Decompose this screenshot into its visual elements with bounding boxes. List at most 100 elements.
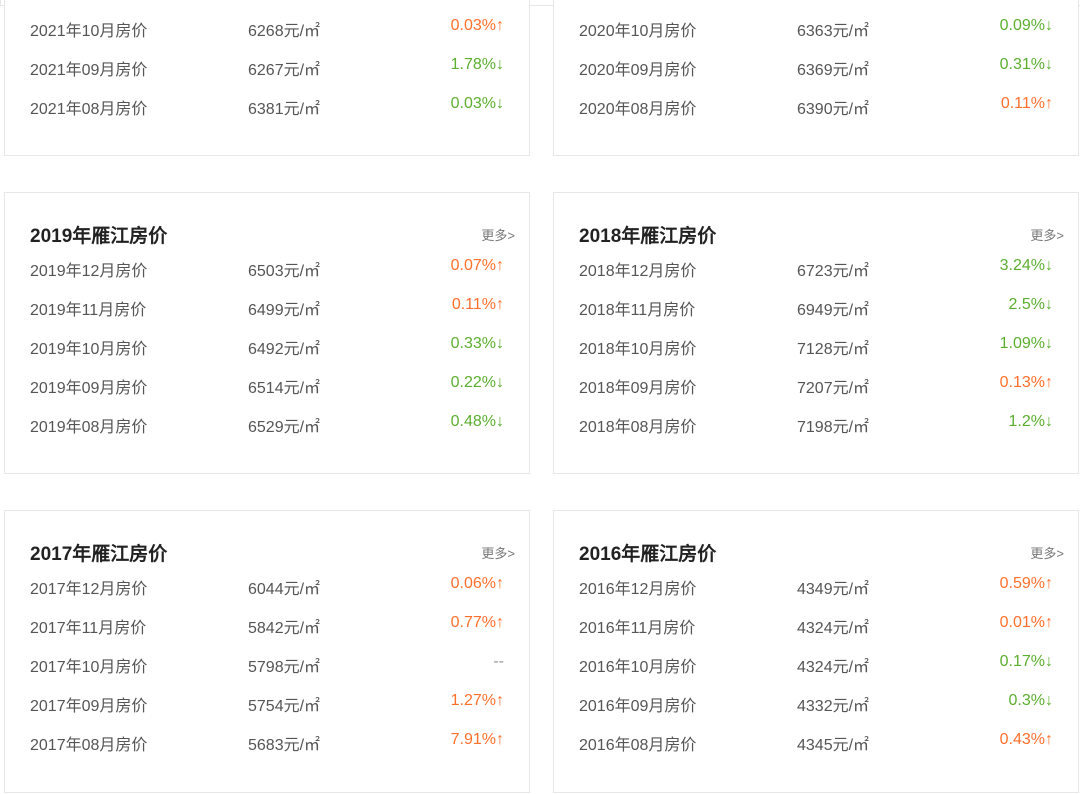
price-row[interactable]: 2020年08月房价 6390元/㎡ 0.11%↑ — [579, 85, 1053, 124]
row-month: 2021年08月房价 — [30, 101, 148, 118]
more-link[interactable]: 更多> — [481, 543, 515, 562]
row-month: 2020年09月房价 — [579, 62, 697, 79]
card-title: 2018年雁江房价 — [579, 226, 717, 247]
row-month: 2016年10月房价 — [579, 659, 697, 676]
row-month: 2016年11月房价 — [579, 620, 696, 637]
price-row[interactable]: 2016年09月房价 4332元/㎡ 0.3%↓ — [579, 682, 1053, 721]
row-month: 2019年08月房价 — [30, 419, 148, 436]
row-month: 2021年09月房价 — [30, 62, 148, 79]
row-price: 6529元/㎡ — [248, 419, 321, 436]
row-month: 2019年12月房价 — [30, 263, 148, 280]
price-row[interactable]: 2017年10月房价 5798元/㎡ -- — [30, 643, 504, 682]
row-price: 6268元/㎡ — [248, 23, 321, 40]
row-change: 0.33%↓ — [450, 335, 504, 352]
price-row[interactable]: 2017年11月房价 5842元/㎡ 0.77%↑ — [30, 604, 504, 643]
row-price: 6363元/㎡ — [797, 23, 870, 40]
card-2019-prices: 2019年雁江房价 更多> 2019年12月房价 6503元/㎡ 0.07%↑ 201… — [4, 192, 530, 474]
price-row[interactable]: 2018年10月房价 7128元/㎡ 1.09%↓ — [579, 325, 1053, 364]
price-row[interactable]: 2019年10月房价 6492元/㎡ 0.33%↓ — [30, 325, 504, 364]
row-change: 0.17%↓ — [999, 653, 1053, 670]
row-price: 5842元/㎡ — [248, 620, 321, 637]
row-month: 2016年08月房价 — [579, 737, 697, 754]
more-link[interactable]: 更多> — [1030, 543, 1064, 562]
row-month: 2016年09月房价 — [579, 698, 697, 715]
row-price: 6390元/㎡ — [797, 101, 870, 118]
row-month: 2017年10月房价 — [30, 659, 148, 676]
price-rows: 2019年12月房价 6503元/㎡ 0.07%↑ 2019年11月房价 6499元/㎡… — [30, 247, 504, 442]
row-month: 2018年08月房价 — [579, 419, 697, 436]
row-price: 6492元/㎡ — [248, 341, 321, 358]
row-change: 3.24%↓ — [999, 257, 1053, 274]
row-change: 1.27%↑ — [450, 692, 504, 709]
row-change: 0.09%↓ — [999, 17, 1053, 34]
row-price: 6723元/㎡ — [797, 263, 870, 280]
price-row[interactable]: 2016年12月房价 4349元/㎡ 0.59%↑ — [579, 565, 1053, 604]
price-row[interactable]: 2017年12月房价 6044元/㎡ 0.06%↑ — [30, 565, 504, 604]
card-title: 2019年雁江房价 — [30, 226, 168, 247]
row-month: 2020年08月房价 — [579, 101, 697, 118]
card-2017-prices: 2017年雁江房价 更多> 2017年12月房价 6044元/㎡ 0.06%↑ 201… — [4, 510, 530, 793]
card-title: 2016年雁江房价 — [579, 544, 717, 565]
price-row[interactable]: 2021年09月房价 6267元/㎡ 1.78%↓ — [30, 46, 504, 85]
price-row[interactable]: 2018年08月房价 7198元/㎡ 1.2%↓ — [579, 403, 1053, 442]
row-change: 2.5%↓ — [1008, 296, 1053, 313]
price-row[interactable]: 2021年08月房价 6381元/㎡ 0.03%↓ — [30, 85, 504, 124]
more-link[interactable]: 更多> — [1030, 225, 1064, 244]
price-row[interactable]: 2019年08月房价 6529元/㎡ 0.48%↓ — [30, 403, 504, 442]
price-row[interactable]: 2016年08月房价 4345元/㎡ 0.43%↑ — [579, 721, 1053, 760]
price-history-page: 2021年10月房价 6268元/㎡ 0.03%↑ 2021年09月房价 6267元/㎡… — [0, 0, 1080, 794]
row-price: 7128元/㎡ — [797, 341, 870, 358]
row-change: 1.78%↓ — [450, 56, 504, 73]
card-title: 2017年雁江房价 — [30, 544, 168, 565]
row-change: 0.03%↓ — [450, 95, 504, 112]
price-row[interactable]: 2018年12月房价 6723元/㎡ 3.24%↓ — [579, 247, 1053, 286]
price-rows: 2016年12月房价 4349元/㎡ 0.59%↑ 2016年11月房价 4324元/㎡… — [579, 565, 1053, 760]
card-header: 2019年雁江房价 更多> — [30, 217, 515, 247]
price-rows: 2017年12月房价 6044元/㎡ 0.06%↑ 2017年11月房价 5842元/㎡… — [30, 565, 504, 760]
row-change: 0.11%↑ — [451, 296, 504, 313]
row-price: 4324元/㎡ — [797, 659, 870, 676]
price-row[interactable]: 2018年11月房价 6949元/㎡ 2.5%↓ — [579, 286, 1053, 325]
row-month: 2019年09月房价 — [30, 380, 148, 397]
row-change: 0.01%↑ — [999, 614, 1053, 631]
price-row[interactable]: 2020年09月房价 6369元/㎡ 0.31%↓ — [579, 46, 1053, 85]
price-row[interactable]: 2020年10月房价 6363元/㎡ 0.09%↓ — [579, 7, 1053, 46]
row-change: -- — [493, 653, 504, 670]
row-change: 0.77%↑ — [450, 614, 504, 631]
row-month: 2018年10月房价 — [579, 341, 697, 358]
row-month: 2016年12月房价 — [579, 581, 697, 598]
row-price: 4345元/㎡ — [797, 737, 870, 754]
row-price: 5683元/㎡ — [248, 737, 321, 754]
row-price: 4324元/㎡ — [797, 620, 870, 637]
more-link[interactable]: 更多> — [481, 225, 515, 244]
row-month: 2020年10月房价 — [579, 23, 697, 40]
row-price: 5754元/㎡ — [248, 698, 321, 715]
price-row[interactable]: 2017年08月房价 5683元/㎡ 7.91%↑ — [30, 721, 504, 760]
price-row[interactable]: 2017年09月房价 5754元/㎡ 1.27%↑ — [30, 682, 504, 721]
row-price: 6381元/㎡ — [248, 101, 321, 118]
price-row[interactable]: 2019年09月房价 6514元/㎡ 0.22%↓ — [30, 364, 504, 403]
row-price: 7198元/㎡ — [797, 419, 870, 436]
row-change: 0.59%↑ — [999, 575, 1053, 592]
row-change: 0.11%↑ — [1000, 95, 1053, 112]
row-change: 0.3%↓ — [1008, 692, 1053, 709]
row-price: 5798元/㎡ — [248, 659, 321, 676]
row-month: 2019年11月房价 — [30, 302, 147, 319]
row-price: 4349元/㎡ — [797, 581, 870, 598]
row-change: 0.07%↑ — [450, 257, 504, 274]
card-2018-prices: 2018年雁江房价 更多> 2018年12月房价 6723元/㎡ 3.24%↓ 201… — [553, 192, 1079, 474]
row-month: 2017年12月房价 — [30, 581, 148, 598]
row-month: 2018年09月房价 — [579, 380, 697, 397]
price-row[interactable]: 2018年09月房价 7207元/㎡ 0.13%↑ — [579, 364, 1053, 403]
row-price: 6949元/㎡ — [797, 302, 870, 319]
price-rows: 2018年12月房价 6723元/㎡ 3.24%↓ 2018年11月房价 6949元/㎡… — [579, 247, 1053, 442]
price-row[interactable]: 2019年11月房价 6499元/㎡ 0.11%↑ — [30, 286, 504, 325]
row-change: 1.2%↓ — [1008, 413, 1053, 430]
price-row[interactable]: 2016年11月房价 4324元/㎡ 0.01%↑ — [579, 604, 1053, 643]
price-row[interactable]: 2016年10月房价 4324元/㎡ 0.17%↓ — [579, 643, 1053, 682]
row-change: 0.48%↓ — [450, 413, 504, 430]
price-row[interactable]: 2021年10月房价 6268元/㎡ 0.03%↑ — [30, 7, 504, 46]
row-price: 6369元/㎡ — [797, 62, 870, 79]
price-row[interactable]: 2019年12月房价 6503元/㎡ 0.07%↑ — [30, 247, 504, 286]
row-change: 1.09%↓ — [999, 335, 1053, 352]
